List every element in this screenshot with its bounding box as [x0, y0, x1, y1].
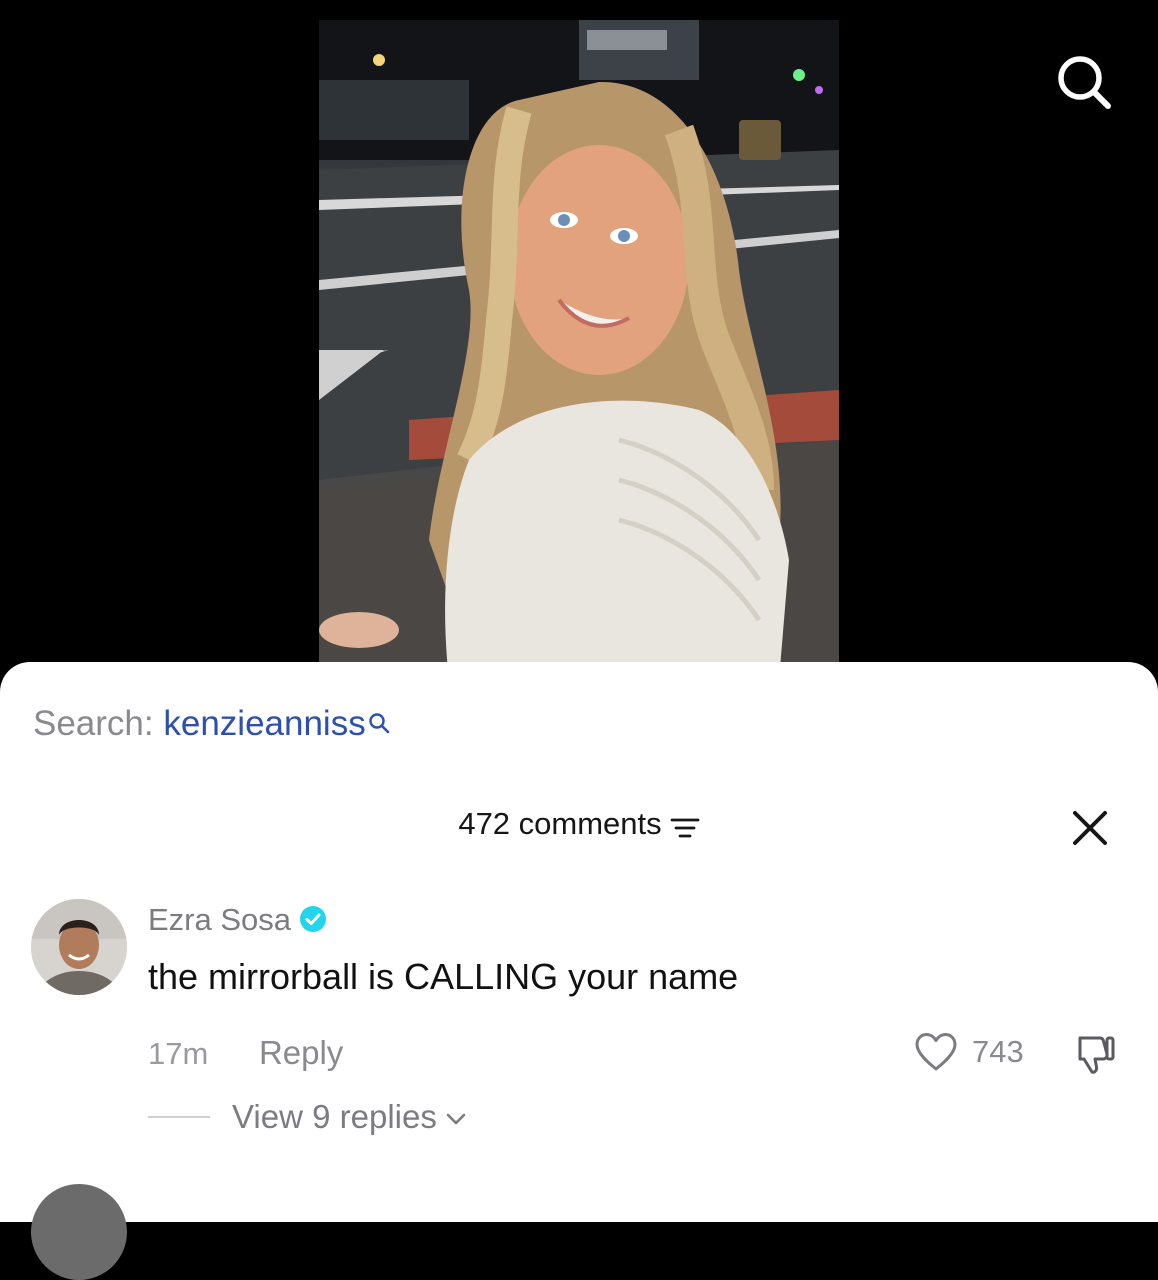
- comment-meta-row: 17m Reply: [148, 1034, 343, 1072]
- verified-badge-icon: [299, 905, 327, 933]
- comment-username[interactable]: Ezra Sosa: [148, 902, 327, 938]
- search-mini-icon: [367, 704, 391, 734]
- comment-text: the mirrorball is CALLING your name: [148, 956, 739, 997]
- search-term-link[interactable]: kenzieanniss: [163, 704, 365, 743]
- sort-filter-icon[interactable]: [670, 812, 700, 838]
- comments-count-label: 472 comments: [458, 806, 662, 841]
- video-still-image: [319, 20, 839, 680]
- search-prefix-label: Search:: [33, 704, 154, 743]
- chevron-down-icon: [446, 1113, 466, 1125]
- reply-button[interactable]: Reply: [259, 1034, 343, 1071]
- search-icon[interactable]: [1050, 48, 1118, 116]
- username-label: Ezra Sosa: [148, 902, 292, 937]
- view-replies-button[interactable]: View 9 replies: [232, 1098, 467, 1136]
- close-icon[interactable]: [1070, 808, 1110, 848]
- next-comment-avatar[interactable]: [31, 1184, 127, 1280]
- thumbs-down-icon[interactable]: [1070, 1032, 1118, 1078]
- like-count: 743: [972, 1034, 1024, 1069]
- search-suggestion[interactable]: Search: kenzieanniss: [33, 704, 391, 744]
- replies-divider: [148, 1116, 210, 1118]
- video-player[interactable]: [0, 0, 1158, 700]
- comments-header: 472 comments: [0, 806, 1158, 842]
- heart-icon: [915, 1033, 957, 1071]
- video-frame[interactable]: [319, 20, 839, 680]
- avatar[interactable]: [31, 899, 127, 995]
- comment-item: Ezra Sosa the mirrorball is CALLING your…: [0, 898, 1158, 1158]
- comment-timestamp: 17m: [148, 1036, 209, 1071]
- view-replies-row: View 9 replies: [148, 1098, 467, 1136]
- view-replies-label: View 9 replies: [232, 1098, 437, 1135]
- comments-sheet: Search: kenzieanniss 472 comments Ezra S…: [0, 662, 1158, 1280]
- like-button[interactable]: 743: [914, 1032, 1024, 1072]
